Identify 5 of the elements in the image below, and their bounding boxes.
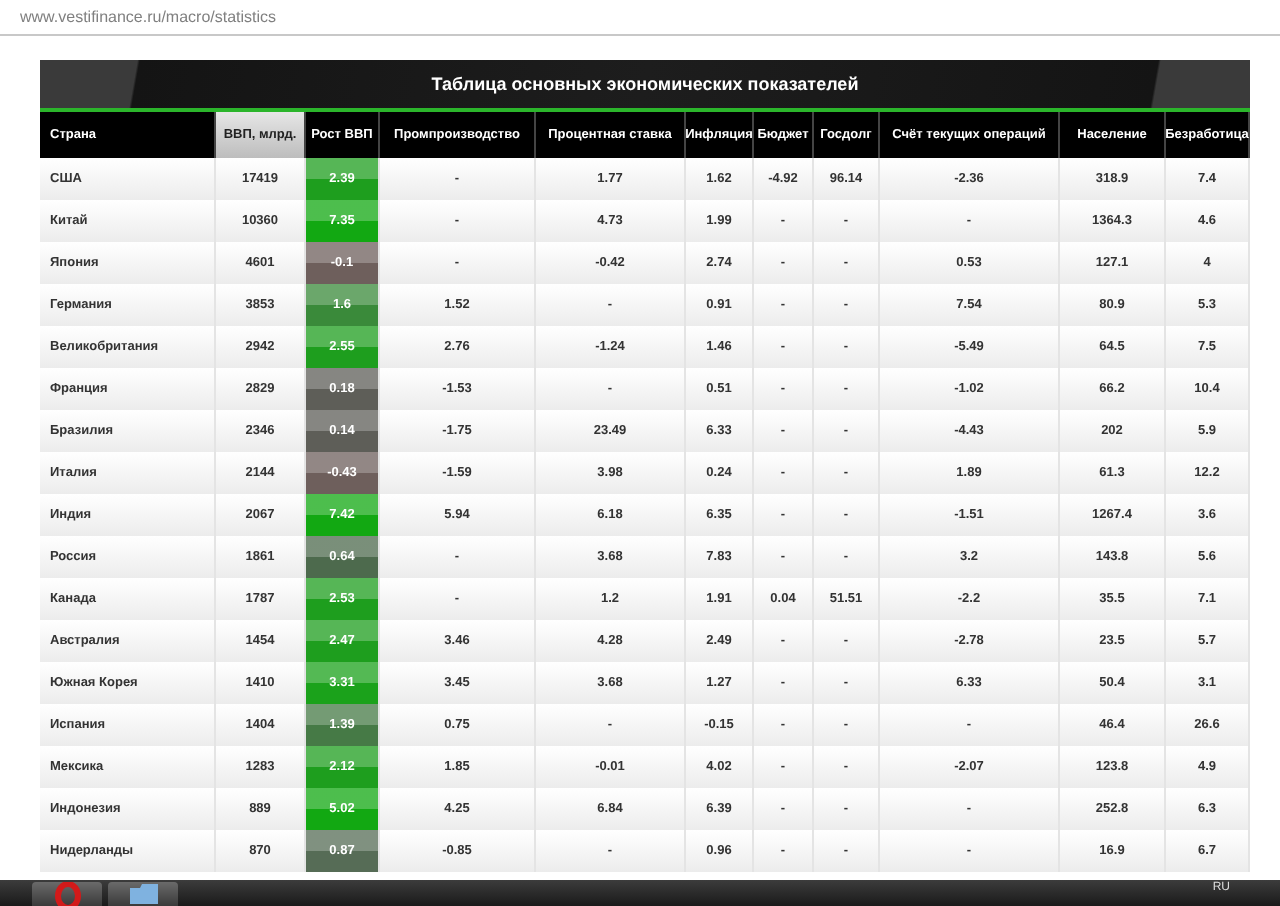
table-title: Таблица основных экономических показателей <box>431 74 859 94</box>
taskbar-button[interactable] <box>108 882 178 906</box>
ring-icon <box>53 882 81 906</box>
url-text: www.vestifinance.ru/macro/statistics <box>20 8 277 26</box>
folder-icon <box>127 882 159 904</box>
